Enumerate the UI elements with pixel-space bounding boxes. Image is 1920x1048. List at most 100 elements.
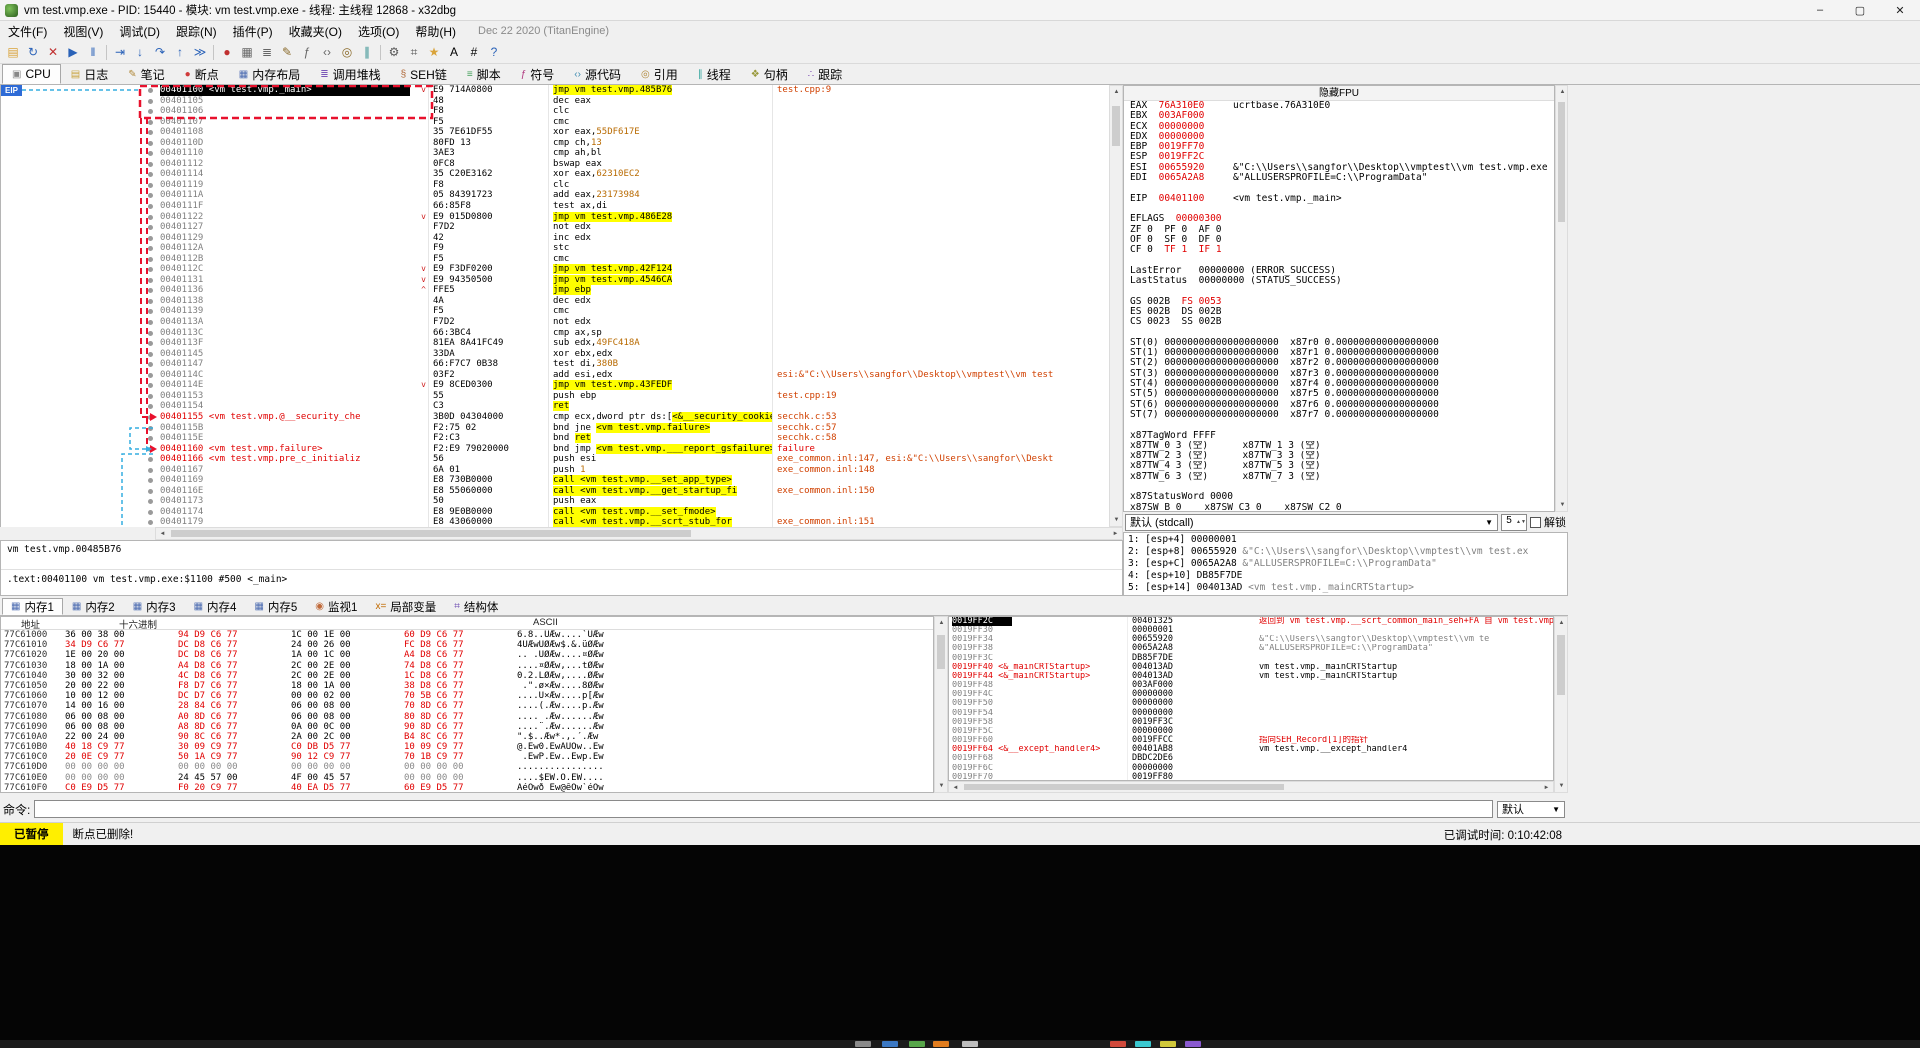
tab-seh[interactable]: §SEH链	[391, 64, 457, 84]
register-line[interactable]: ST(5) 00000000000000000000 x87r5 0.00000…	[1124, 389, 1554, 399]
breakpoint-dot[interactable]	[148, 267, 153, 272]
scroll-track[interactable]	[169, 528, 1109, 539]
taskbar-icon[interactable]	[882, 1041, 898, 1047]
tab-dump2[interactable]: ▦内存2	[63, 598, 124, 615]
tab-watch1[interactable]: ◉监视1	[306, 598, 366, 615]
breakpoint-dot[interactable]	[148, 120, 153, 125]
disasm-row[interactable]: 00401119F8clc	[1, 180, 1109, 191]
tab-struct[interactable]: ⌗结构体	[445, 598, 507, 615]
disasm-row[interactable]: 00401106F8clc	[1, 106, 1109, 117]
tab-locals[interactable]: x=局部变量	[366, 598, 445, 615]
stack-vscrollbar[interactable]: ▲ ▼	[1554, 616, 1568, 793]
minimize-button[interactable]: –	[1800, 0, 1840, 20]
register-line[interactable]: LastStatus 00000000 (STATUS_SUCCESS)	[1124, 276, 1554, 286]
checkbox-icon[interactable]	[1530, 517, 1541, 528]
scroll-down-icon[interactable]: ▼	[1110, 514, 1123, 526]
step-out-icon[interactable]: ↑	[170, 43, 190, 62]
stack-row[interactable]: 0019FF68DBDC2DE6	[949, 754, 1553, 763]
disasm-row[interactable]: 0040110D80FD 13cmp ch,13	[1, 138, 1109, 149]
tab-script[interactable]: ≡脚本	[457, 64, 511, 84]
breakpoint-dot[interactable]	[148, 299, 153, 304]
tab-threads[interactable]: ∥线程	[688, 64, 741, 84]
taskbar-icon[interactable]	[1160, 1041, 1176, 1047]
register-line[interactable]	[1124, 183, 1554, 193]
register-line[interactable]: CS 0023 SS 002B	[1124, 317, 1554, 327]
register-line[interactable]: EAX 76A310E0 ucrtbase.76A310E0	[1124, 101, 1554, 111]
scroll-left-icon[interactable]: ◄	[949, 782, 962, 794]
argument-line[interactable]: 1: [esp+4] 00000001	[1124, 534, 1567, 546]
dump-row[interactable]: 77C610201E 00 20 00DC D8 C6 771A 00 1C 0…	[1, 650, 933, 660]
disasm-row[interactable]: 00401122vE9 015D0800jmp vm test.vmp.486E…	[1, 212, 1109, 223]
close-button[interactable]: ✕	[1880, 0, 1920, 20]
stack-row[interactable]: 0019FF5400000000	[949, 709, 1553, 718]
breakpoint-dot[interactable]	[148, 478, 153, 483]
stop-icon[interactable]: ✕	[43, 43, 63, 62]
breakpoint-dot[interactable]	[148, 499, 153, 504]
tab-source[interactable]: ‹›源代码	[564, 64, 631, 84]
scroll-down-icon[interactable]: ▼	[935, 780, 948, 792]
register-line[interactable]: ST(6) 00000000000000000000 x87r6 0.00000…	[1124, 400, 1554, 410]
menu-item[interactable]: 调试(D)	[111, 21, 168, 42]
breakpoint-dot[interactable]	[148, 141, 153, 146]
disasm-row[interactable]: 0040114766:F7C7 0B38test di,380B	[1, 359, 1109, 370]
register-line[interactable]: ST(0) 00000000000000000000 x87r0 0.00000…	[1124, 338, 1554, 348]
taskbar-icon[interactable]	[855, 1041, 871, 1047]
disasm-row[interactable]: 0040112BF5cmc	[1, 254, 1109, 265]
dump-row[interactable]: 77C6104030 00 32 004C D8 C6 772C 00 2E 0…	[1, 671, 933, 681]
trace-icon[interactable]: ≫	[190, 43, 210, 62]
stack-row[interactable]: 0019FF2C00401325返回到 vm test.vmp.__scrt_c…	[949, 617, 1553, 626]
argument-line[interactable]: 3: [esp+C] 0065A2A8 &"ALLUSERSPROFILE=C:…	[1124, 558, 1567, 570]
favourites-icon[interactable]: ★	[424, 43, 444, 62]
stack-row[interactable]: 0019FF3000000001	[949, 626, 1553, 635]
disasm-row[interactable]: 004011103AE3cmp ah,bl	[1, 148, 1109, 159]
stack-row[interactable]: 0019FF3400655920&"C:\\Users\\sangfor\\De…	[949, 635, 1553, 644]
dump-vscrollbar[interactable]: ▲ ▼	[934, 616, 948, 793]
dump-row[interactable]: 77C610F0C0 E9 D5 77F0 20 C9 7740 EA D5 7…	[1, 783, 933, 793]
tab-handles[interactable]: ❖句柄	[741, 64, 798, 84]
menu-item[interactable]: 跟踪(N)	[168, 21, 225, 42]
disasm-row[interactable]: 00401174E8 9E0B0000call <vm test.vmp.__s…	[1, 507, 1109, 518]
breakpoint-dot[interactable]	[148, 415, 153, 420]
disasm-row[interactable]: 0040114C03F2add esi,edxesi:&"C:\\Users\\…	[1, 370, 1109, 381]
tab-cpu[interactable]: ▣CPU	[2, 64, 61, 84]
disasm-row[interactable]: 00401127F7D2not edx	[1, 222, 1109, 233]
dump-row[interactable]: 77C610B040 18 C9 7730 09 C9 77C0 DB D5 7…	[1, 742, 933, 752]
argument-line[interactable]: 2: [esp+8] 00655920 &"C:\\Users\\sangfor…	[1124, 546, 1567, 558]
dump-row[interactable]: 77C610D000 00 00 0000 00 00 0000 00 00 0…	[1, 762, 933, 772]
script-icon[interactable]: ✎	[277, 43, 297, 62]
register-line[interactable]: ESP 0019FF2C	[1124, 152, 1554, 162]
scroll-track[interactable]	[1110, 98, 1122, 514]
disasm-row[interactable]: 0040111A05 84391723add eax,23173984	[1, 190, 1109, 201]
register-line[interactable]: ST(7) 00000000000000000000 x87r7 0.00000…	[1124, 410, 1554, 420]
disasm-row[interactable]: 004011120FC8bswap eax	[1, 159, 1109, 170]
breakpoint-dot[interactable]	[148, 447, 153, 452]
taskbar-icon[interactable]	[909, 1041, 925, 1047]
scroll-track[interactable]	[1555, 629, 1567, 780]
register-line[interactable]: ST(4) 00000000000000000000 x87r4 0.00000…	[1124, 379, 1554, 389]
register-line[interactable]	[1124, 204, 1554, 214]
register-line[interactable]: CF 0 TF 1 IF 1	[1124, 245, 1554, 255]
run-icon[interactable]: ▶	[63, 43, 83, 62]
stack-row[interactable]: 0019FF600019FFCC指向SEH_Record[1]的指针	[949, 736, 1553, 745]
breakpoint-dot[interactable]	[148, 278, 153, 283]
breakpoint-dot[interactable]	[148, 404, 153, 409]
breakpoint-dot[interactable]	[148, 362, 153, 367]
breakpoint-dot[interactable]	[148, 457, 153, 462]
disasm-row[interactable]: 00401139F5cmc	[1, 306, 1109, 317]
disasm-row[interactable]: 0040112AF9stc	[1, 243, 1109, 254]
disasm-row[interactable]: 00401166 <vm test.vmp.pre_c_initializ56p…	[1, 454, 1109, 465]
tab-trace[interactable]: ∴跟踪	[798, 64, 852, 84]
disassembly-hscrollbar[interactable]: ◄ ►	[155, 527, 1123, 540]
breakpoint-dot[interactable]	[148, 373, 153, 378]
disasm-row[interactable]: 00401179E8 43060000call <vm test.vmp.__s…	[1, 517, 1109, 527]
disasm-row[interactable]: 0040113AF7D2not edx	[1, 317, 1109, 328]
breakpoint-dot[interactable]	[148, 510, 153, 515]
disasm-row[interactable]: 0040115355push ebptest.cpp:19	[1, 391, 1109, 402]
run-to-cursor-icon[interactable]: ⇥	[110, 43, 130, 62]
register-line[interactable]: GS 002B FS 0053	[1124, 297, 1554, 307]
menu-item[interactable]: 视图(V)	[55, 21, 111, 42]
scroll-track[interactable]	[935, 629, 947, 780]
menu-item[interactable]: 帮助(H)	[407, 21, 464, 42]
breakpoint-dot[interactable]	[148, 320, 153, 325]
scroll-down-icon[interactable]: ▼	[1556, 499, 1569, 511]
